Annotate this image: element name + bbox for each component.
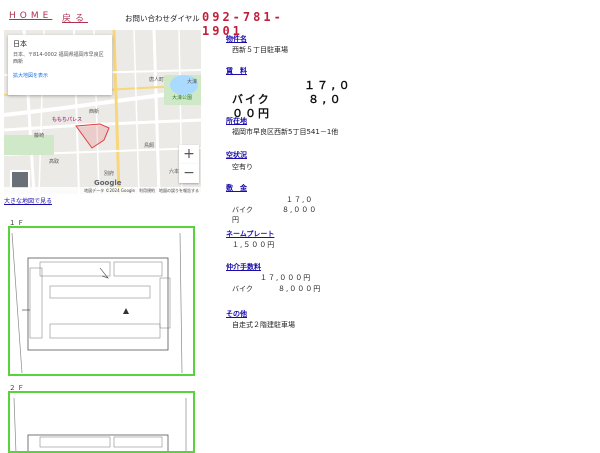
- floor-plan-drawing: [13, 397, 187, 451]
- map-info-card: 日本 日本、〒814-0002 福岡県福岡市早良区西新 拡大地図を表示: [8, 35, 112, 95]
- other-value: 自走式２階建駐車場: [232, 321, 295, 329]
- brokerage-bike-label: バイク: [232, 285, 253, 293]
- nameplate-value: １,５００円: [232, 241, 276, 249]
- name-value: 西新５丁目駐車場: [232, 46, 288, 54]
- deposit-bike-label: バイク: [232, 206, 253, 214]
- map-place-label: 唐人町: [149, 77, 165, 83]
- google-logo: Google: [94, 179, 122, 187]
- zoom-in-button[interactable]: +: [179, 145, 199, 164]
- floor-plan-drawing: [11, 232, 183, 374]
- brokerage-car-value: １７,０００円: [260, 274, 312, 282]
- brokerage-label: 仲介手数料: [226, 263, 261, 271]
- address-label: 所在地: [226, 117, 247, 125]
- rent-label: 賃 料: [226, 67, 247, 75]
- map-place-label: 高取: [49, 159, 60, 165]
- home-link[interactable]: HOME: [9, 11, 52, 21]
- contact-label: お問い合わせダイヤル: [125, 14, 200, 23]
- map-place-label: 大濠公園: [172, 95, 193, 101]
- map-place-label: 大濠: [187, 79, 198, 85]
- deposit-bike-amount: ８,０００: [282, 206, 318, 214]
- deposit-label: 敷 金: [226, 184, 247, 192]
- big-map-link[interactable]: 大きな地図で見る: [4, 196, 52, 205]
- nameplate-label: ネームプレート: [226, 230, 275, 238]
- map-place-label: 西新: [89, 109, 100, 115]
- address-value: 福岡市早良区西新5丁目541－1他: [232, 128, 339, 136]
- embedded-map[interactable]: 日本 日本、〒814-0002 福岡県福岡市早良区西新 拡大地図を表示 唐人町 …: [4, 30, 201, 194]
- deposit-car-amount: １７,０: [286, 196, 314, 204]
- map-place-label: ももちパレス: [52, 117, 83, 123]
- map-place-label: 別府: [104, 171, 115, 177]
- floor-plan-1f: [8, 226, 195, 376]
- map-place-label: 藤崎: [34, 133, 45, 139]
- map-enlarge-link[interactable]: 拡大地図を表示: [13, 72, 107, 79]
- map-attribution[interactable]: 地図データ ©2024 Google 利用規約 地図の誤りを報告する: [4, 187, 201, 194]
- back-link[interactable]: 戻る: [62, 11, 88, 24]
- map-place-label: 鳥飼: [144, 143, 155, 149]
- map-card-title: 日本: [13, 40, 27, 48]
- floor-plan-2f: [8, 391, 195, 453]
- other-label: その他: [226, 310, 247, 318]
- name-label: 物件名: [226, 35, 247, 43]
- phone-number: 092-781-1901: [202, 10, 284, 38]
- map-card-address: 日本、〒814-0002 福岡県福岡市早良区西新: [13, 52, 104, 65]
- vacancy-label: 空状況: [226, 151, 247, 159]
- zoom-out-button[interactable]: −: [179, 164, 199, 183]
- rent-bike-amount: ８,０: [308, 93, 343, 106]
- brokerage-bike-value: ８,０００円: [278, 285, 322, 293]
- deposit-yen: 円: [232, 216, 239, 224]
- vacancy-value: 空有り: [232, 163, 253, 171]
